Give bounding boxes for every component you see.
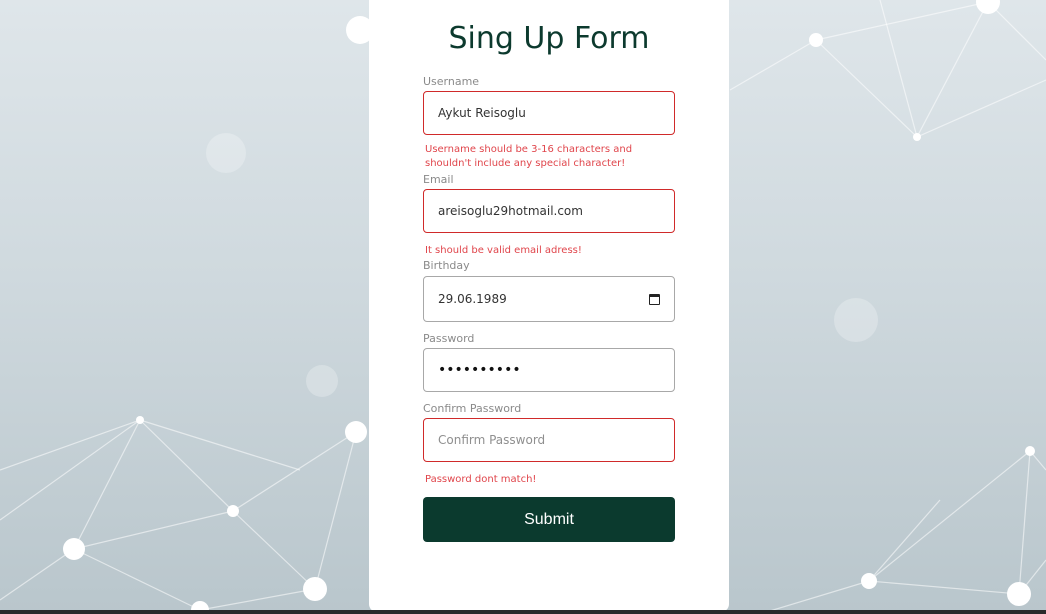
calendar-icon[interactable] <box>649 293 660 305</box>
email-value: areisoglu29hotmail.com <box>438 204 583 218</box>
confirm-password-label: Confirm Password <box>423 402 522 415</box>
form-title: Sing Up Form <box>448 21 650 56</box>
birthday-value: 29.06.1989 <box>438 292 507 306</box>
confirm-password-input[interactable]: Confirm Password <box>423 418 675 462</box>
birthday-input[interactable]: 29.06.1989 <box>423 276 675 322</box>
confirm-password-placeholder: Confirm Password <box>438 433 546 447</box>
birthday-label: Birthday <box>423 259 470 272</box>
signup-card: Sing Up Form Username Aykut Reisoglu Use… <box>369 0 729 612</box>
submit-button[interactable]: Submit <box>423 497 675 542</box>
password-input[interactable]: •••••••••• <box>423 348 675 392</box>
username-error-line2: shouldn't include any special character! <box>425 158 626 169</box>
email-input[interactable]: areisoglu29hotmail.com <box>423 189 675 233</box>
username-error-line1: Username should be 3-16 characters and <box>425 144 633 155</box>
confirm-password-error: Password dont match! <box>425 474 537 485</box>
email-label: Email <box>423 173 454 186</box>
email-error: It should be valid email adress! <box>425 245 582 256</box>
username-input[interactable]: Aykut Reisoglu <box>423 91 675 135</box>
username-label: Username <box>423 75 480 88</box>
password-value: •••••••••• <box>438 362 521 378</box>
password-label: Password <box>423 332 475 345</box>
username-value: Aykut Reisoglu <box>438 106 526 120</box>
bottom-bar <box>0 610 1046 614</box>
